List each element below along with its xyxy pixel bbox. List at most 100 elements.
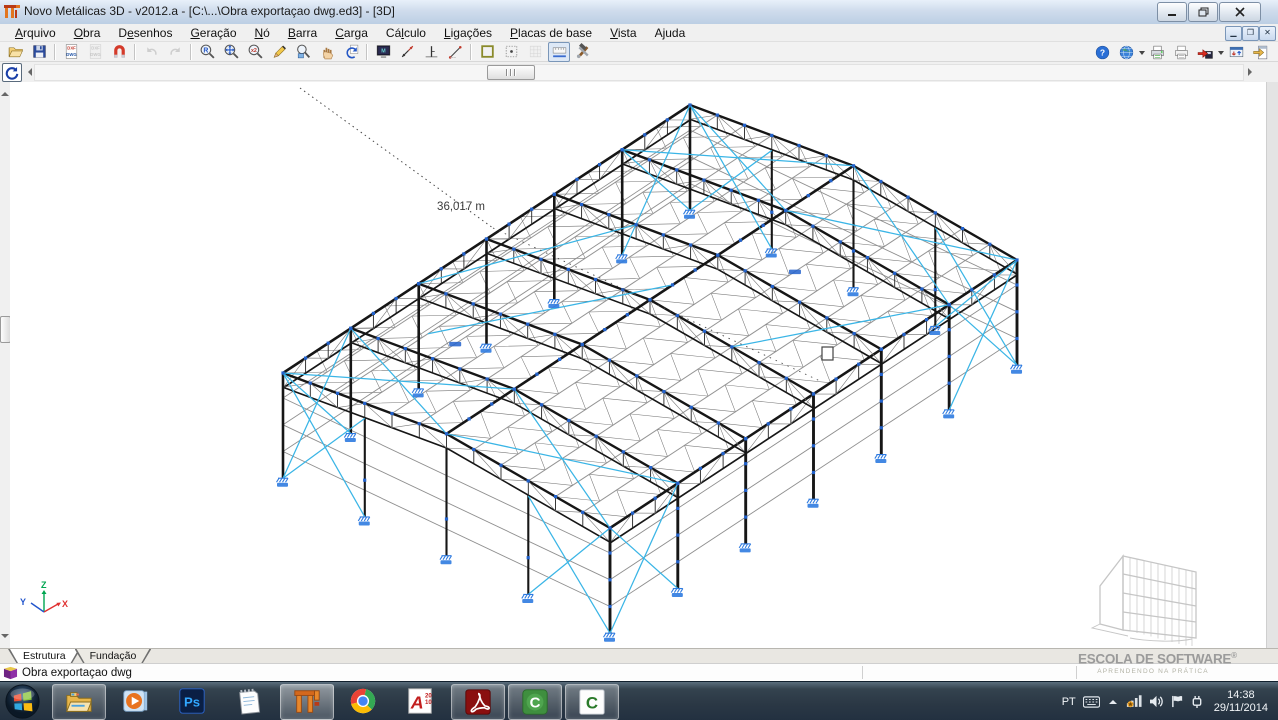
menu-item-n-[interactable]: Nó [246,25,279,41]
svg-text:DXF: DXF [67,45,76,50]
printer-color-icon[interactable] [1146,42,1168,62]
zoom-x2-icon[interactable]: x2 [244,42,266,62]
mdi-restore-button[interactable]: ❐ [1242,26,1259,41]
menu-item-barra[interactable]: Barra [279,25,326,41]
import-dxf-icon[interactable]: DXF DWG [60,42,82,62]
svg-text:Z: Z [41,580,47,590]
horizontal-rotate-scrollbar[interactable] [0,62,1278,83]
desktop: Novo Metálicas 3D - v2012.a - [C:\...\Ob… [0,0,1278,720]
dropdown-arrow-icon[interactable] [1138,43,1145,61]
taskbar-explorer-button[interactable] [52,684,106,720]
redraw-icon[interactable] [340,42,362,62]
open-folder-icon[interactable] [4,42,26,62]
scroll-left-arrow[interactable] [24,68,32,76]
view-tabs: Estrutura Fundação [0,648,1278,664]
tab-fundacao[interactable]: Fundação [75,649,152,664]
taskbar-chrome-button[interactable] [337,684,389,718]
action-center-flag-icon[interactable] [1171,695,1184,708]
taskbar: Ps A2010 C C PT 14:3829/11/2014 [0,681,1278,720]
menu-item-liga-es[interactable]: Ligações [435,25,501,41]
menu-item-ajuda[interactable]: Ajuda [646,25,695,41]
hidden-icons-arrow-icon[interactable] [1107,697,1119,707]
taskbar-acrobat-button[interactable] [451,684,505,720]
close-button[interactable] [1219,2,1261,22]
measure-ruler-icon[interactable] [548,42,570,62]
toolbar-separator [134,44,136,60]
svg-text:x2: x2 [250,48,256,54]
node-arrows-icon[interactable] [396,42,418,62]
language-indicator[interactable]: PT [1062,696,1076,708]
tools-icon[interactable] [572,42,594,62]
save-icon[interactable] [28,42,50,62]
clock[interactable]: 14:3829/11/2014 [1214,689,1268,715]
menu-item-desenhos[interactable]: Desenhos [109,25,181,41]
edit-pencil-icon[interactable] [268,42,290,62]
svg-text:M: M [381,49,386,55]
h-scroll-thumb[interactable] [487,65,535,80]
reference-point-icon[interactable] [500,42,522,62]
mdi-minimize-button[interactable]: ▁ [1225,26,1242,41]
keyboard-icon[interactable] [1083,696,1100,708]
scroll-up-arrow[interactable] [1,88,9,96]
power-plug-icon[interactable] [1191,695,1203,708]
book-icon [3,666,18,680]
zoom-window-icon[interactable]: R [196,42,218,62]
exit-folder-icon[interactable] [1249,42,1271,62]
menu-item-gera-o[interactable]: Geração [181,25,245,41]
mdi-close-button[interactable]: ✕ [1259,26,1276,41]
system-tray: PT 14:3829/11/2014 [1062,682,1274,720]
menu-item-obra[interactable]: Obra [65,25,110,41]
menu-item-arquivo[interactable]: Arquivo [6,25,65,41]
menu-item-placas-de-base[interactable]: Placas de base [501,25,601,41]
taskbar-notepad-button[interactable] [223,684,275,718]
taskbar-photoshop-button[interactable]: Ps [166,684,218,718]
angle-reference-icon[interactable] [444,42,466,62]
taskbar-camtasia-button[interactable]: C [508,684,562,720]
globe-icon[interactable] [1115,42,1137,62]
zoom-previous-icon[interactable] [292,42,314,62]
svg-text:Y: Y [20,597,26,607]
volume-icon[interactable] [1149,695,1164,708]
tab-estrutura[interactable]: Estrutura [8,649,81,664]
taskbar-metalicas-3d-button[interactable] [280,684,334,720]
structure-3d-viewport[interactable]: 36,017 mZXY [10,82,1266,648]
rotate-view-button[interactable] [2,63,22,82]
printer-plot-icon[interactable] [1170,42,1192,62]
svg-text:C: C [586,694,598,713]
status-panel [1076,666,1263,679]
menu-item-c-lculo[interactable]: Cálculo [377,25,435,41]
svg-text:X: X [62,599,68,609]
pan-hand-icon[interactable] [316,42,338,62]
start-button[interactable] [4,683,41,720]
tray-time: 14:38 [1214,689,1268,702]
taskbar-camtasia-recorder-button[interactable]: C [565,684,619,720]
menu-item-carga[interactable]: Carga [326,25,377,41]
help-icon[interactable]: ? [1091,42,1113,62]
export-dwg-icon[interactable] [1194,42,1216,62]
status-panel [862,666,1075,679]
transfer-window-icon[interactable] [1225,42,1247,62]
toolbar: DXF DWGDXF DWG Rx2 M? [0,42,1278,62]
perpendicular-icon[interactable] [420,42,442,62]
taskbar-media-player-button[interactable] [109,684,161,718]
minimize-button[interactable] [1157,2,1187,22]
h-scroll-track[interactable] [34,64,1244,81]
toolbar-separator [190,44,192,60]
restore-button[interactable] [1188,2,1218,22]
zoom-extents-icon[interactable] [220,42,242,62]
redo-icon [164,42,186,62]
magnet-icon[interactable] [108,42,130,62]
svg-text:10: 10 [425,699,432,706]
taskbar-autocad-button[interactable]: A2010 [394,684,446,718]
scroll-down-arrow[interactable] [1,634,9,642]
svg-text:R: R [203,48,208,55]
scroll-right-arrow[interactable] [1248,68,1256,76]
svg-text:DWG: DWG [66,52,77,57]
selection-square-icon[interactable] [476,42,498,62]
network-icon[interactable] [1126,695,1142,708]
screen-config-icon[interactable]: M [372,42,394,62]
menu-item-vista[interactable]: Vista [601,25,645,41]
toolbar-separator [470,44,472,60]
dropdown-arrow-icon[interactable] [1217,43,1224,61]
toolbar-separator [366,44,368,60]
